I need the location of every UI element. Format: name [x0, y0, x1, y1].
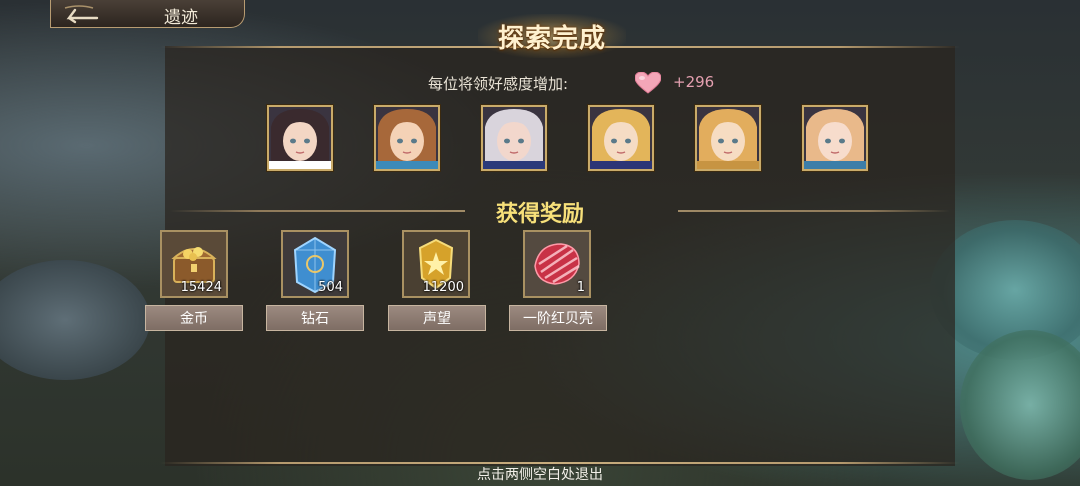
portrait-5[interactable]	[695, 105, 761, 171]
back-arrow-icon[interactable]	[59, 2, 101, 24]
rewards-title: 获得奖励	[495, 202, 584, 227]
commander-portrait-icon	[376, 107, 438, 169]
reward-label-prestige: 声望	[388, 305, 486, 331]
portrait-4[interactable]	[588, 105, 654, 171]
affection-value: +296	[673, 73, 715, 91]
reward-item-red-shell[interactable]: 1	[523, 230, 591, 298]
exploration-complete-title: 探索完成	[497, 23, 606, 54]
reward-label-gold: 金币	[145, 305, 243, 331]
portrait-1[interactable]	[267, 105, 333, 171]
back-bar[interactable]: 遗迹	[50, 0, 245, 28]
commander-portrait-icon	[590, 107, 652, 169]
reward-label-red-shell: 一阶红贝壳	[509, 305, 607, 331]
background-rock-left	[0, 260, 150, 380]
heart-icon	[635, 72, 661, 94]
commander-portrait-icon	[483, 107, 545, 169]
title-banner: 探索完成	[478, 14, 626, 58]
reward-item-red-shell-count: 1	[576, 280, 585, 295]
commander-portrait-icon	[269, 107, 331, 169]
reward-item-prestige-count: 11200	[422, 280, 464, 295]
commander-portrait-icon	[804, 107, 866, 169]
reward-item-diamond[interactable]: 504	[281, 230, 349, 298]
area-title: 遗迹	[164, 8, 198, 28]
reward-item-diamond-count: 504	[318, 280, 343, 295]
affection-label: 每位将领好感度增加:	[428, 75, 569, 93]
reward-item-prestige[interactable]: 11200	[402, 230, 470, 298]
commander-portrait-icon	[697, 107, 759, 169]
reward-item-gold[interactable]: 15424	[160, 230, 228, 298]
reward-item-gold-count: 15424	[180, 280, 222, 295]
affection-row: 每位将领好感度增加: +296	[0, 70, 1080, 96]
portrait-2[interactable]	[374, 105, 440, 171]
portrait-6[interactable]	[802, 105, 868, 171]
reward-label-diamond: 钻石	[266, 305, 364, 331]
exit-hint: 点击两侧空白处退出	[477, 467, 603, 483]
portrait-3[interactable]	[481, 105, 547, 171]
